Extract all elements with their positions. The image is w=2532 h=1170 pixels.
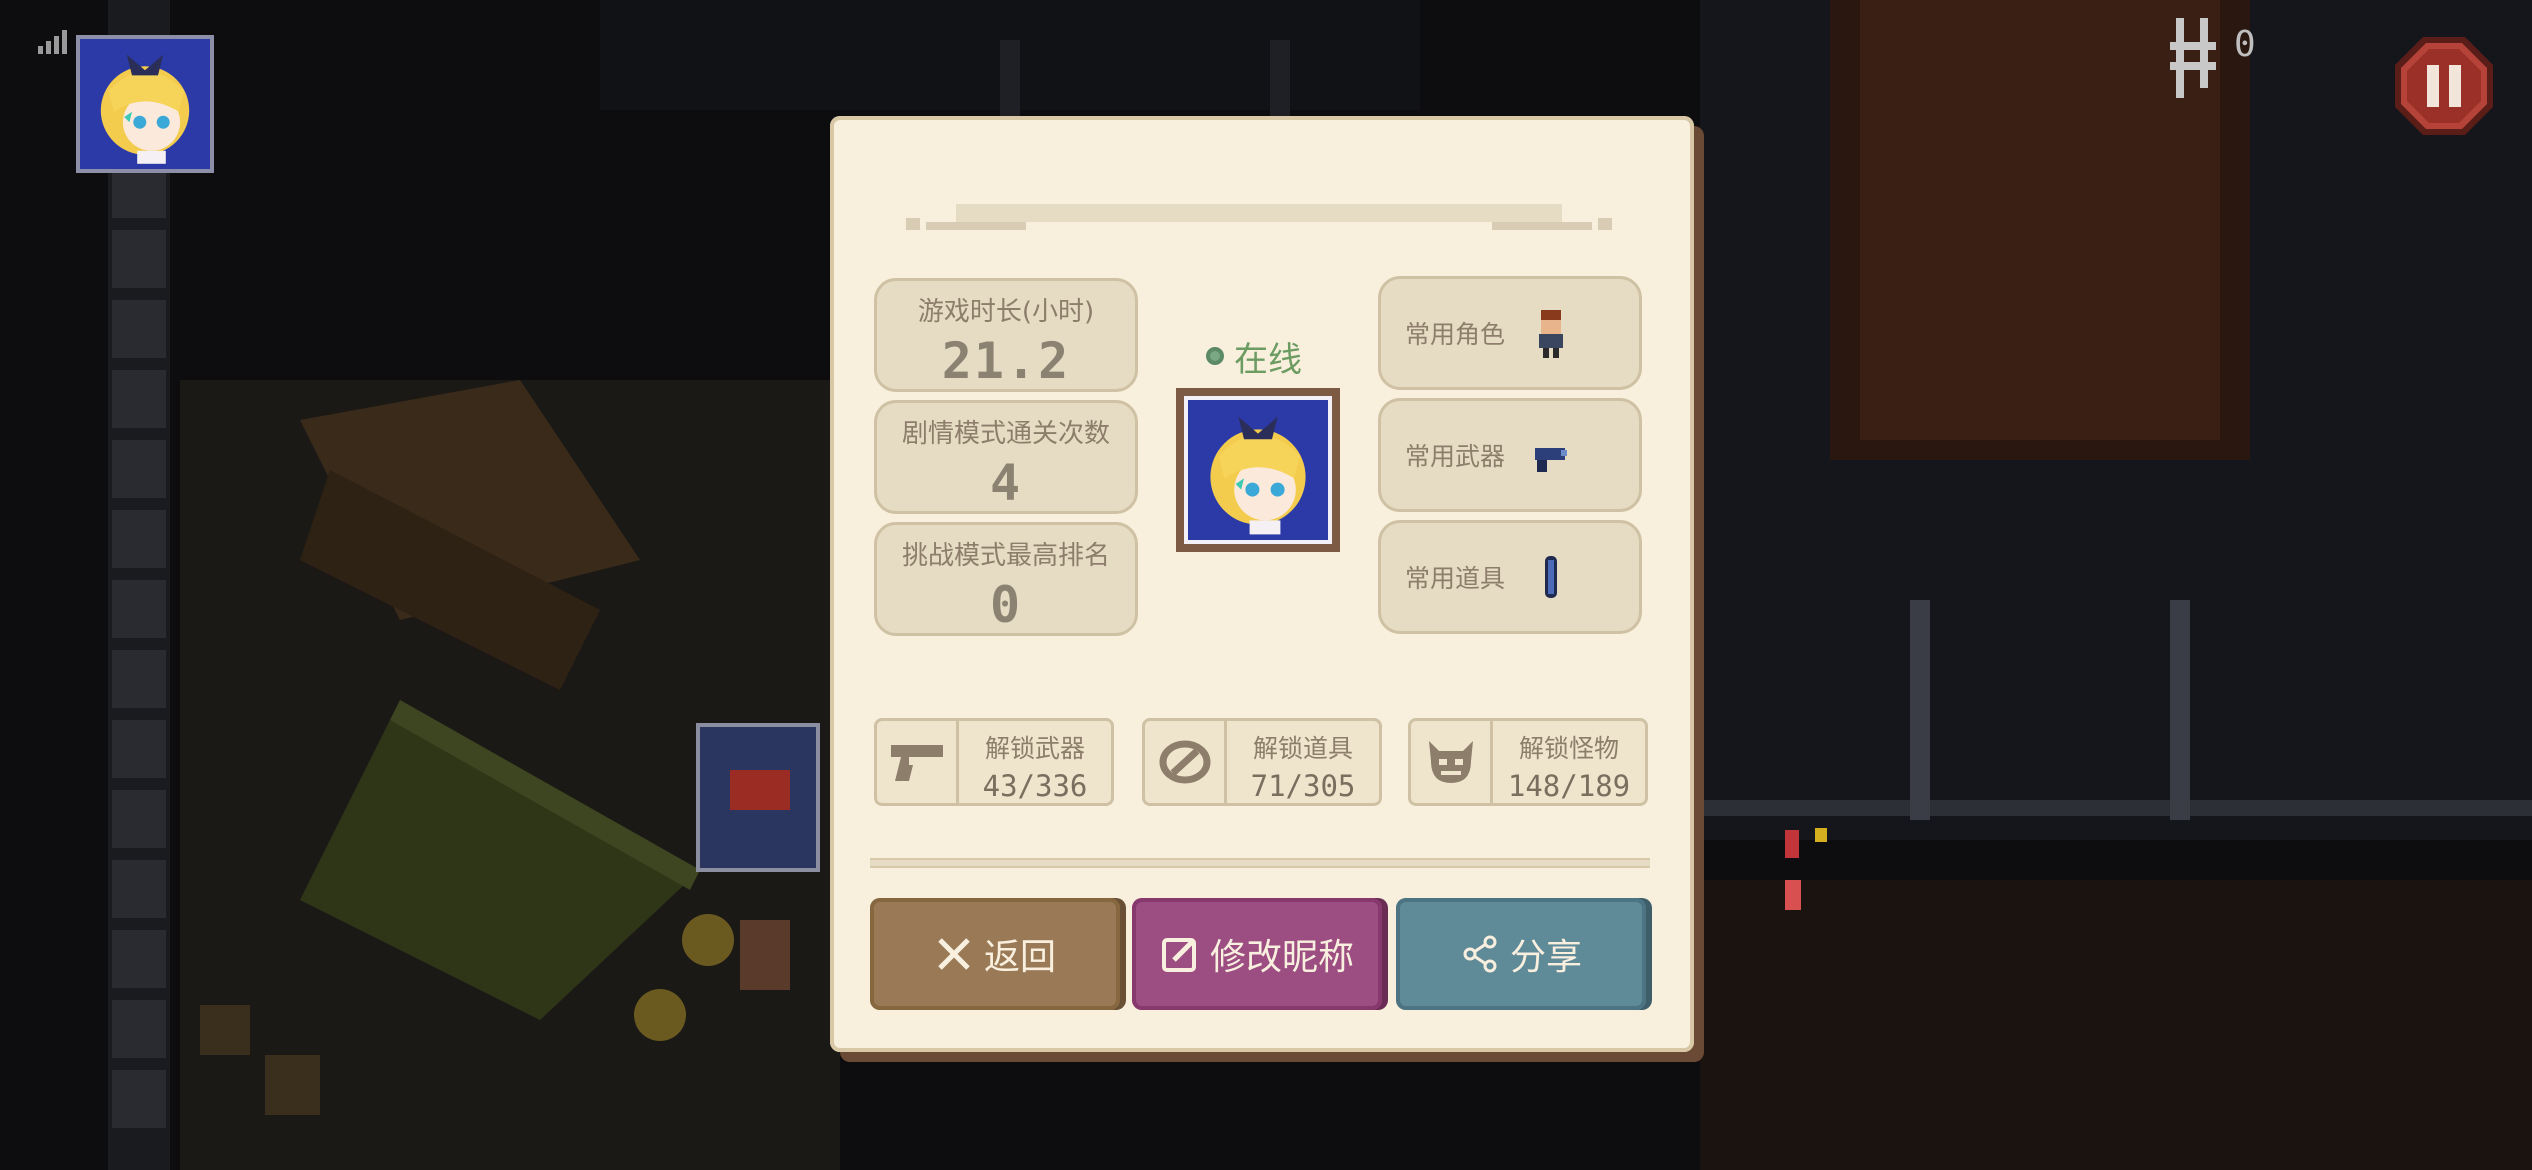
- stat-label: 游戏时长(小时): [917, 297, 1095, 327]
- stat-value: 4: [989, 454, 1023, 512]
- pause-button[interactable]: [2393, 35, 2495, 137]
- unlock-monsters: 解锁怪物 148/189: [1408, 718, 1648, 806]
- floor-count: 0: [2234, 24, 2256, 65]
- unlock-value: 148/189: [1507, 769, 1631, 803]
- favorite-character[interactable]: 常用角色: [1378, 276, 1642, 390]
- favorite-weapon[interactable]: 常用武器: [1378, 398, 1642, 512]
- player-avatar-button[interactable]: [76, 35, 214, 173]
- profile-avatar: [1176, 388, 1340, 552]
- profile-dialog: 游戏时长(小时) 21.2 剧情模式通关次数 4 挑战模式最高排名 0 在线 常…: [830, 116, 1694, 1052]
- floor-counter: 0: [2170, 18, 2270, 98]
- item-icon: [1159, 740, 1210, 784]
- online-status: 在线: [1206, 336, 1366, 380]
- gate-icon: [2170, 18, 2216, 98]
- rename-button-label: 修改昵称: [1209, 937, 1354, 978]
- stat-label: 剧情模式通关次数: [901, 419, 1110, 449]
- weapon-icon: [1535, 448, 1568, 472]
- close-icon: [938, 938, 970, 970]
- character-icon: [1539, 310, 1564, 358]
- unlock-label: 解锁武器: [984, 734, 1085, 763]
- stat-challenge-rank: 挑战模式最高排名 0: [874, 522, 1138, 636]
- unlock-value: 71/305: [1250, 769, 1356, 803]
- item-icon: [1545, 556, 1558, 598]
- profile-avatar-icon: [1188, 400, 1328, 540]
- unlock-label: 解锁怪物: [1518, 734, 1619, 763]
- stat-label: 挑战模式最高排名: [901, 541, 1110, 571]
- monster-icon: [1428, 741, 1473, 783]
- share-icon: [1463, 935, 1497, 973]
- back-button-label: 返回: [983, 937, 1056, 978]
- divider: [870, 858, 1650, 868]
- favorite-item[interactable]: 常用道具: [1378, 520, 1642, 634]
- stat-story-clears: 剧情模式通关次数 4: [874, 400, 1138, 514]
- unlock-weapons: 解锁武器 43/336: [874, 718, 1114, 806]
- signal-strength-icon: [38, 30, 70, 54]
- share-button-label: 分享: [1509, 937, 1582, 978]
- fav-label: 常用角色: [1405, 320, 1506, 349]
- stat-play-time: 游戏时长(小时) 21.2: [874, 278, 1138, 392]
- fav-label: 常用道具: [1405, 564, 1506, 593]
- share-button[interactable]: 分享: [1396, 898, 1646, 1010]
- dialog-title-bar: [906, 204, 1612, 238]
- back-button[interactable]: 返回: [870, 898, 1120, 1010]
- unlock-value: 43/336: [982, 769, 1088, 803]
- pause-icon: [2395, 37, 2493, 135]
- stat-value: 0: [989, 576, 1023, 634]
- unlock-label: 解锁道具: [1252, 734, 1353, 763]
- rename-button[interactable]: 修改昵称: [1132, 898, 1382, 1010]
- online-status-text: 在线: [1234, 339, 1302, 380]
- player-avatar-icon: [80, 39, 210, 169]
- online-dot-icon: [1206, 347, 1224, 365]
- pistol-icon: [890, 745, 943, 781]
- fav-label: 常用武器: [1405, 442, 1506, 471]
- edit-icon: [1161, 938, 1196, 972]
- unlock-items: 解锁道具 71/305: [1142, 718, 1382, 806]
- stat-value: 21.2: [941, 332, 1071, 390]
